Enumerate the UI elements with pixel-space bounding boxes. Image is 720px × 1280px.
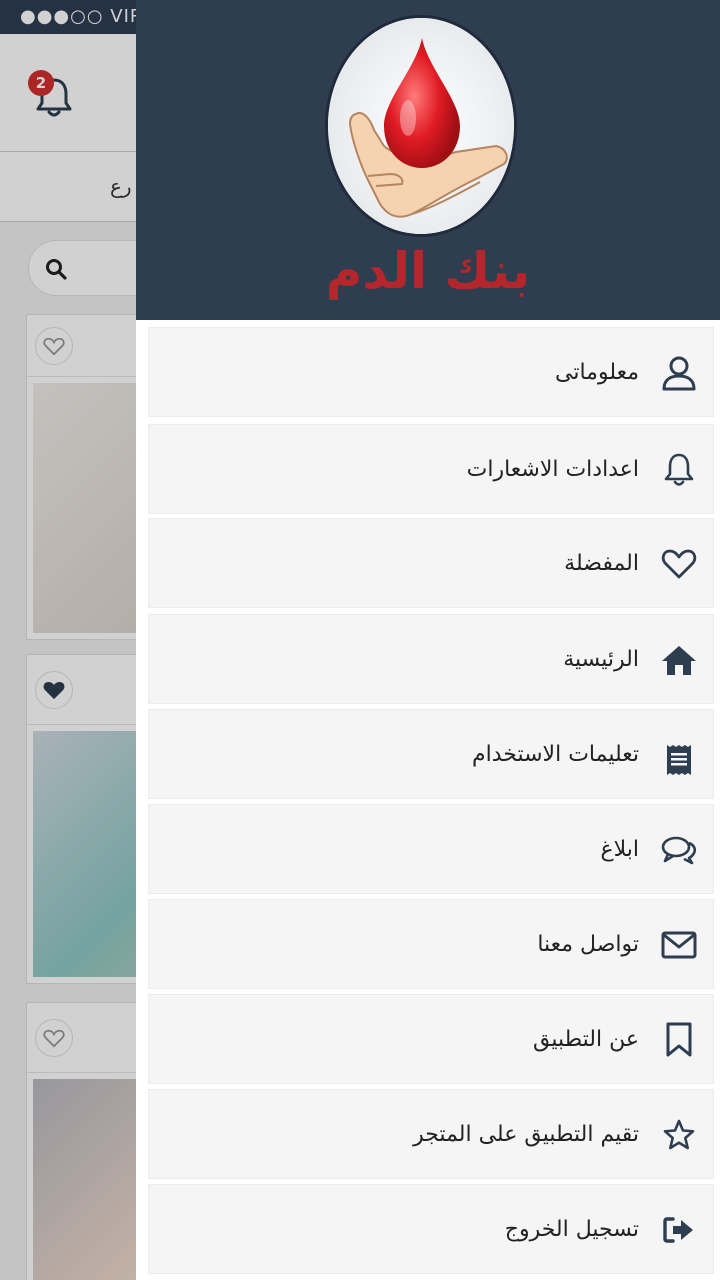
user-icon — [659, 353, 699, 393]
menu-item-profile[interactable]: معلوماتى — [148, 327, 714, 417]
menu-item-logout[interactable]: تسجيل الخروج — [148, 1184, 714, 1274]
menu-item-rate-app[interactable]: تقيم التطبيق على المتجر — [148, 1089, 714, 1179]
receipt-icon — [659, 740, 699, 780]
menu-item-notification-settings[interactable]: اعدادات الاشعارات — [148, 424, 714, 514]
menu-item-label: تقيم التطبيق على المتجر — [413, 1121, 639, 1147]
bell-icon — [659, 450, 699, 490]
heart-icon — [659, 544, 699, 584]
star-icon — [659, 1115, 699, 1155]
menu-item-label: معلوماتى — [555, 359, 639, 385]
menu-item-contact-us[interactable]: تواصل معنا — [148, 899, 714, 989]
menu-item-home[interactable]: الرئيسية — [148, 614, 714, 704]
menu-item-about-app[interactable]: عن التطبيق — [148, 994, 714, 1084]
menu-item-report[interactable]: ابلاغ — [148, 804, 714, 894]
menu-item-instructions[interactable]: تعليمات الاستخدام — [148, 709, 714, 799]
drawer-header: بنك الدم — [136, 0, 720, 320]
menu-item-label: اعدادات الاشعارات — [466, 456, 639, 482]
navigation-drawer: بنك الدم معلوماتى اعدادات الاشعارات المف… — [136, 0, 720, 1280]
menu-item-label: تسجيل الخروج — [504, 1216, 639, 1242]
menu-item-label: ابلاغ — [600, 836, 640, 862]
blood-drop-hand-icon — [328, 18, 514, 234]
menu-item-label: تعليمات الاستخدام — [472, 741, 639, 767]
menu-item-label: الرئيسية — [563, 646, 639, 672]
bookmark-icon — [659, 1020, 699, 1060]
drawer-menu: معلوماتى اعدادات الاشعارات المفضلة الرئي… — [136, 320, 720, 1280]
chat-bubbles-icon — [659, 830, 699, 870]
logo-text: بنك الدم — [325, 242, 531, 300]
menu-item-favorites[interactable]: المفضلة — [148, 518, 714, 608]
menu-item-label: تواصل معنا — [537, 931, 639, 957]
sign-out-icon — [659, 1210, 699, 1250]
blood-bank-logo — [325, 15, 517, 237]
home-icon — [659, 640, 699, 680]
envelope-icon — [659, 925, 699, 965]
menu-item-label: عن التطبيق — [533, 1026, 639, 1052]
menu-item-label: المفضلة — [564, 550, 639, 576]
